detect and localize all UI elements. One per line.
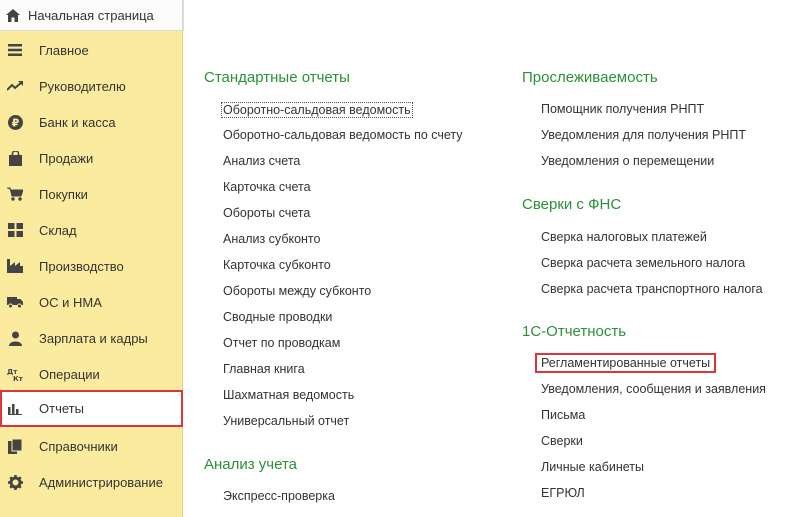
person-icon (7, 330, 23, 346)
link-subconto-card[interactable]: Карточка субконто (223, 258, 331, 272)
bag-icon (7, 150, 23, 166)
sidebar-item-manager[interactable]: Руководителю (0, 68, 183, 104)
home-tab-title: Начальная страница (28, 7, 154, 23)
bar-chart-icon (7, 401, 23, 417)
sidebar-item-fixed-assets[interactable]: ОС и НМА (0, 284, 183, 320)
section-title-standard-reports: Стандартные отчеты (204, 69, 350, 86)
sidebar: Главное Руководителю ₽ Банк и касса Прод… (0, 31, 183, 517)
section-title-1c-reporting: 1С-Отчетность (522, 323, 627, 340)
link-rnpt-notifications[interactable]: Уведомления для получения РНПТ (541, 128, 746, 142)
menu-icon (7, 42, 23, 58)
link-land-tax-reconciliation[interactable]: Сверка расчета земельного налога (541, 256, 745, 270)
link-rnpt-assistant[interactable]: Помощник получения РНПТ (541, 102, 704, 116)
sidebar-item-payroll[interactable]: Зарплата и кадры (0, 320, 183, 356)
sidebar-item-label: Отчеты (39, 401, 84, 416)
link-letters[interactable]: Письма (541, 408, 585, 422)
link-subconto-analysis[interactable]: Анализ субконто (223, 232, 320, 246)
trend-icon (7, 78, 23, 94)
sidebar-item-label: ОС и НМА (39, 294, 102, 310)
sidebar-item-label: Продажи (39, 150, 94, 166)
sidebar-item-label: Покупки (39, 186, 88, 202)
link-movement-notifications[interactable]: Уведомления о перемещении (541, 154, 714, 168)
reports-panel: Стандартные отчеты Оборотно-сальдовая ве… (183, 31, 806, 517)
sidebar-item-administration[interactable]: Администрирование (0, 464, 183, 500)
sidebar-item-production[interactable]: Производство (0, 248, 183, 284)
sidebar-item-label: Банк и касса (39, 114, 116, 130)
link-summary-entries[interactable]: Сводные проводки (223, 310, 332, 324)
link-personal-accounts[interactable]: Личные кабинеты (541, 460, 644, 474)
sidebar-item-reports[interactable]: Отчеты (0, 390, 183, 427)
sidebar-item-purchases[interactable]: Покупки (0, 176, 183, 212)
section-title-traceability: Прослеживаемость (522, 69, 658, 86)
link-subconto-turnover[interactable]: Обороты между субконто (223, 284, 371, 298)
sidebar-item-operations[interactable]: Дт Кт Операции (0, 356, 183, 392)
truck-icon (7, 294, 23, 310)
gear-icon (7, 474, 23, 490)
link-reconciliations[interactable]: Сверки (541, 434, 583, 448)
sidebar-item-directories[interactable]: Справочники (0, 428, 183, 464)
link-entries-report[interactable]: Отчет по проводкам (223, 336, 340, 350)
sidebar-item-main[interactable]: Главное (0, 32, 183, 68)
svg-text:Кт: Кт (13, 375, 23, 382)
link-notifications-messages[interactable]: Уведомления, сообщения и заявления (541, 382, 766, 396)
sidebar-item-label: Администрирование (39, 474, 163, 490)
tab-strip (183, 0, 806, 31)
section-title-fns-reconciliation: Сверки с ФНС (522, 196, 622, 213)
dt-kt-icon: Дт Кт (7, 366, 23, 382)
link-universal-report[interactable]: Универсальный отчет (223, 414, 349, 428)
link-general-ledger[interactable]: Главная книга (223, 362, 305, 376)
link-transport-tax-reconciliation[interactable]: Сверка расчета транспортного налога (541, 282, 763, 296)
link-turnover-balance[interactable]: Оборотно-сальдовая ведомость (221, 102, 413, 118)
link-turnover-balance-account[interactable]: Оборотно-сальдовая ведомость по счету (223, 128, 463, 142)
link-account-analysis[interactable]: Анализ счета (223, 154, 300, 168)
factory-icon (7, 258, 23, 274)
tab-divider (183, 0, 184, 31)
grid-icon (7, 222, 23, 238)
sidebar-item-label: Справочники (39, 438, 118, 454)
books-icon (7, 438, 23, 454)
sidebar-item-label: Зарплата и кадры (39, 330, 148, 346)
link-egrul[interactable]: ЕГРЮЛ (541, 486, 585, 500)
link-regulated-reports[interactable]: Регламентированные отчеты (535, 353, 717, 373)
home-tab[interactable]: Начальная страница (0, 0, 183, 31)
sidebar-item-sales[interactable]: Продажи (0, 140, 183, 176)
ruble-icon: ₽ (7, 114, 23, 130)
sidebar-item-label: Руководителю (39, 78, 126, 94)
section-title-accounting-analysis: Анализ учета (204, 456, 298, 473)
sidebar-item-bank[interactable]: ₽ Банк и касса (0, 104, 183, 140)
sidebar-item-label: Главное (39, 42, 89, 58)
sidebar-item-label: Производство (39, 258, 124, 274)
link-account-card[interactable]: Карточка счета (223, 180, 311, 194)
sidebar-item-warehouse[interactable]: Склад (0, 212, 183, 248)
link-account-turnover[interactable]: Обороты счета (223, 206, 310, 220)
link-express-check[interactable]: Экспресс-проверка (223, 489, 335, 503)
svg-text:₽: ₽ (11, 116, 19, 129)
sidebar-item-label: Склад (39, 222, 77, 238)
cart-icon (7, 186, 23, 202)
sidebar-item-label: Операции (39, 366, 100, 382)
link-tax-payments-reconciliation[interactable]: Сверка налоговых платежей (541, 230, 707, 244)
link-chess-statement[interactable]: Шахматная ведомость (223, 388, 354, 402)
home-icon (4, 7, 22, 23)
